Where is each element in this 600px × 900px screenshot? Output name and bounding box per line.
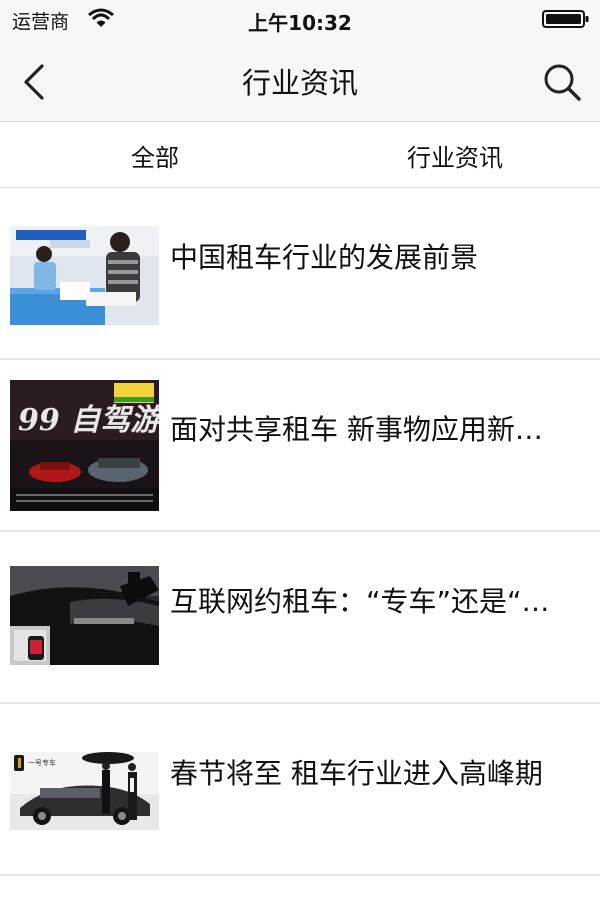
self-drive-poster: 99 自驾游全球 — [10, 380, 159, 511]
article-title: 春节将至 租车行业进入高峰期 — [170, 757, 543, 790]
search-icon[interactable] — [540, 60, 584, 104]
status-bar: 运营商 上午10:32 — [0, 0, 600, 40]
tab-all-label: 全部 — [131, 143, 179, 172]
luxury-car-photo: 一号专车 — [10, 752, 159, 830]
list-item[interactable]: 一号专车 春节将至 租车行业进入高峰期 — [0, 704, 600, 876]
tab-all[interactable]: 全部 — [5, 122, 305, 188]
list-item[interactable]: 99 自驾游全球 面对共享租车 新事物应用新… — [0, 360, 600, 532]
article-thumbnail: 99 自驾游全球 — [10, 380, 159, 511]
list-item[interactable]: 中国租车行业的发展前景 — [0, 188, 600, 360]
list-item[interactable]: 互联网约租车：“专车”还是“… — [0, 532, 600, 704]
rental-counter-photo — [10, 226, 159, 325]
chauffeur-door-photo — [10, 566, 159, 665]
nav-bar: 行业资讯 — [0, 40, 600, 122]
category-tabs: 全部 行业资讯 — [0, 122, 600, 188]
thumbnail-logo-text: 一号专车 — [28, 758, 56, 767]
article-title: 中国租车行业的发展前景 — [170, 241, 479, 274]
article-thumbnail — [10, 566, 159, 665]
article-title: 互联网约租车：“专车”还是“… — [170, 585, 550, 618]
poster-headline: 99 自驾游全球 — [18, 403, 159, 438]
page-title: 行业资讯 — [241, 66, 358, 100]
article-thumbnail: 一号专车 — [10, 752, 159, 830]
battery-icon — [542, 10, 589, 28]
article-list: 中国租车行业的发展前景 99 自驾游全球 面对共享租车 新事物应用新… — [0, 188, 600, 876]
article-title: 面对共享租车 新事物应用新… — [170, 413, 543, 446]
status-time: 上午10:32 — [248, 11, 352, 35]
tab-industry-news-label: 行业资讯 — [407, 143, 503, 172]
tab-industry-news[interactable]: 行业资讯 — [305, 122, 600, 188]
article-thumbnail — [10, 226, 159, 325]
